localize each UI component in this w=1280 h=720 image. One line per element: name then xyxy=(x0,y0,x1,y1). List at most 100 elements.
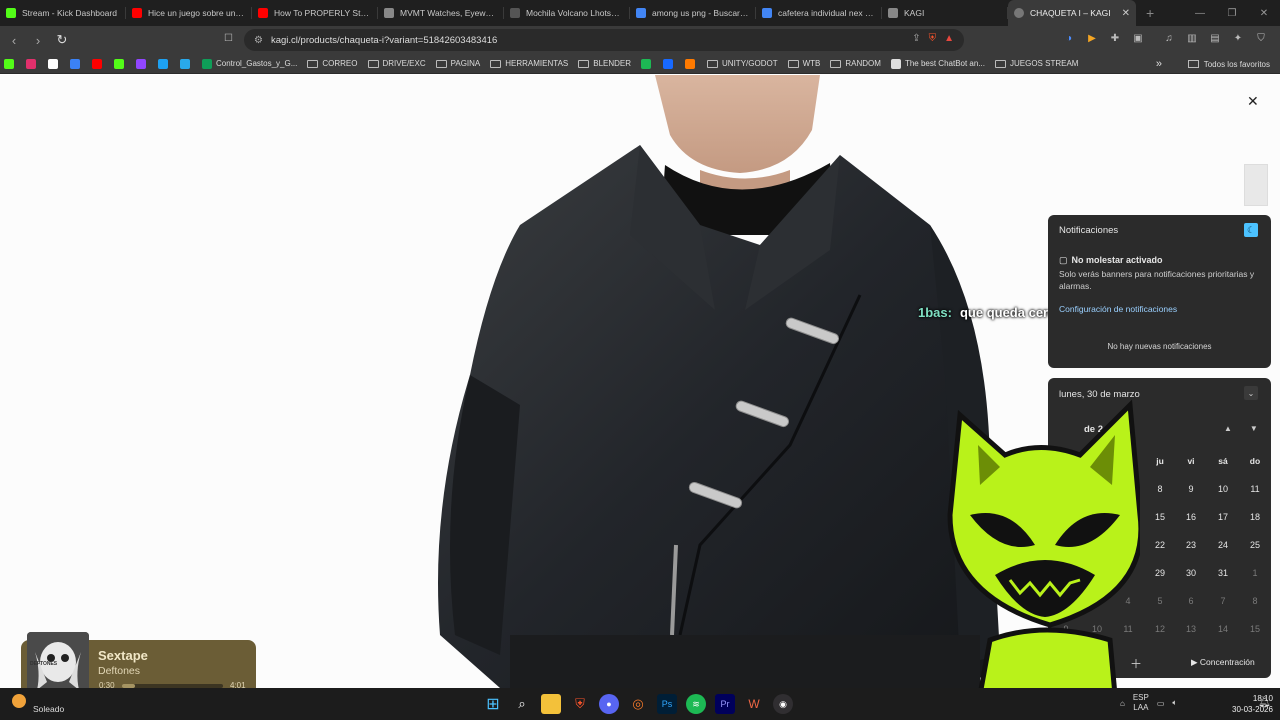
brave-icon[interactable]: ⛨ xyxy=(570,694,590,714)
bookmark-item[interactable] xyxy=(158,58,172,69)
bookmark-item[interactable] xyxy=(685,58,699,69)
bookmark-icon[interactable]: ☐ xyxy=(224,33,233,44)
discord-icon[interactable]: ● xyxy=(599,694,619,714)
wallet-icon[interactable]: ▤ xyxy=(1208,31,1222,45)
puzzle-icon[interactable]: ✚ xyxy=(1108,31,1122,45)
focus-button[interactable]: ▶ Concentración xyxy=(1191,657,1255,668)
calendar-day[interactable]: 9 xyxy=(1176,484,1206,494)
new-tab-icon[interactable]: + xyxy=(1146,5,1154,21)
file-explorer-icon[interactable] xyxy=(541,694,561,714)
brave-shield-icon[interactable]: ⛨ xyxy=(929,33,937,44)
tray-icon[interactable]: ⌂ xyxy=(1120,699,1125,708)
bookmark-item[interactable]: CORREO xyxy=(307,59,358,68)
calendar-day[interactable]: 16 xyxy=(1176,512,1206,522)
tab-7[interactable]: cafetera individual nex cfe xyxy=(756,0,882,26)
start-icon[interactable]: ⊞ xyxy=(483,694,503,714)
prev-month-icon[interactable]: ▲ xyxy=(1224,424,1232,433)
calendar-day[interactable]: 15 xyxy=(1145,512,1175,522)
search-icon[interactable]: ⌕ xyxy=(512,694,532,714)
close-icon[interactable]: ✕ xyxy=(1247,93,1259,110)
media-icon[interactable]: ♫ xyxy=(1162,31,1176,45)
app-icon[interactable]: W xyxy=(744,694,764,714)
calendar-day[interactable]: 1 xyxy=(1240,568,1270,578)
bookmark-item[interactable]: HERRAMIENTAS xyxy=(490,59,568,68)
premiere-icon[interactable]: Pr xyxy=(715,694,735,714)
calendar-day[interactable]: 14 xyxy=(1208,624,1238,634)
bookmark-item[interactable] xyxy=(180,58,194,69)
bookmark-item[interactable]: RANDOM xyxy=(830,59,881,68)
bookmark-item[interactable]: WTB xyxy=(787,59,820,68)
calendar-day[interactable]: 13 xyxy=(1176,624,1206,634)
calendar-day[interactable]: 7 xyxy=(1208,596,1238,606)
next-month-icon[interactable]: ▼ xyxy=(1250,424,1258,433)
calendar-day[interactable]: 24 xyxy=(1208,540,1238,550)
calendar-day[interactable]: 23 xyxy=(1176,540,1206,550)
bookmark-item[interactable] xyxy=(641,58,655,69)
bookmark-item[interactable] xyxy=(92,58,106,69)
bookmark-item[interactable] xyxy=(114,58,128,69)
screenshot-icon[interactable]: ▣ xyxy=(1131,31,1145,45)
all-bookmarks[interactable]: Todos los favoritos xyxy=(1204,60,1270,69)
calendar-day[interactable]: 11 xyxy=(1240,484,1270,494)
bookmark-item[interactable] xyxy=(663,58,677,69)
calendar-day[interactable]: 8 xyxy=(1145,484,1175,494)
sidebar-icon[interactable]: ▥ xyxy=(1185,31,1199,45)
calendar-day[interactable]: 17 xyxy=(1208,512,1238,522)
more-bookmarks-icon[interactable]: » xyxy=(1156,58,1162,70)
tab-2[interactable]: Hice un juego sobre un CEO xyxy=(126,0,252,26)
obs-icon[interactable]: ◉ xyxy=(773,694,793,714)
back-icon[interactable]: ‹ xyxy=(4,30,24,50)
tab-8[interactable]: KAGI xyxy=(882,0,1008,26)
share-icon[interactable]: ⇪ xyxy=(912,33,920,44)
bookmark-item[interactable]: Control_Gastos_y_G... xyxy=(202,58,297,69)
calendar-day[interactable]: 15 xyxy=(1240,624,1270,634)
thumbnail-image[interactable] xyxy=(1244,164,1268,206)
reload-icon[interactable]: ↻ xyxy=(52,30,72,50)
tab-close-icon[interactable]: ✕ xyxy=(1122,8,1130,19)
brave-rewards-icon[interactable]: ▲ xyxy=(944,33,954,44)
bookmark-item[interactable] xyxy=(26,58,40,69)
extension-2-icon[interactable]: ▶ xyxy=(1085,31,1099,45)
calendar-day[interactable]: 5 xyxy=(1145,596,1175,606)
calendar-day[interactable]: 25 xyxy=(1240,540,1270,550)
calendar-day[interactable]: 18 xyxy=(1240,512,1270,522)
bookmark-item[interactable] xyxy=(136,58,150,69)
bookmark-item[interactable]: The best ChatBot an... xyxy=(890,58,985,69)
close-window-icon[interactable]: ✕ xyxy=(1248,8,1280,19)
network-icon[interactable]: ▭ xyxy=(1157,699,1165,708)
collapse-chevron-icon[interactable]: ⌄ xyxy=(1244,386,1258,400)
maximize-icon[interactable]: ❐ xyxy=(1216,8,1248,19)
minimize-icon[interactable]: — xyxy=(1184,8,1216,19)
leo-icon[interactable]: ✦ xyxy=(1231,31,1245,45)
calendar-day[interactable]: 8 xyxy=(1240,596,1270,606)
calendar-day[interactable]: 29 xyxy=(1145,568,1175,578)
tab-5[interactable]: Mochila Volcano Lhotse 15 xyxy=(504,0,630,26)
tab-1[interactable]: Stream - Kick Dashboard xyxy=(0,0,126,26)
calendar-day[interactable]: 22 xyxy=(1145,540,1175,550)
bookmark-item[interactable] xyxy=(70,58,84,69)
language-indicator[interactable]: ESP LAA xyxy=(1133,693,1149,713)
calendar-day[interactable]: 31 xyxy=(1208,568,1238,578)
tab-4[interactable]: MVMT Watches, Eyewear & Accessories xyxy=(378,0,504,26)
dnd-toggle-icon[interactable]: ☾ xyxy=(1244,223,1258,237)
tab-6[interactable]: among us png - Buscar con Google xyxy=(630,0,756,26)
site-info-icon[interactable]: ⚙ xyxy=(254,35,263,46)
notification-settings-link[interactable]: Configuración de notificaciones xyxy=(1059,304,1177,314)
tab-3[interactable]: How To PROPERLY Start Modding xyxy=(252,0,378,26)
bookmark-item[interactable]: PAGINA xyxy=(435,59,480,68)
calendar-day[interactable]: 12 xyxy=(1145,624,1175,634)
bookmark-item[interactable] xyxy=(48,58,62,69)
notification-bell-icon[interactable]: 🔔︎ xyxy=(1258,697,1271,708)
calendar-day[interactable]: 6 xyxy=(1176,596,1206,606)
address-bar[interactable]: ⚙ kagi.cl/products/chaqueta-i?variant=51… xyxy=(244,29,964,51)
vpn-icon[interactable]: ⛉ xyxy=(1254,31,1268,45)
tab-active[interactable]: CHAQUETA I – KAGI ✕ xyxy=(1008,0,1136,26)
spotify-icon[interactable]: ≋ xyxy=(686,694,706,714)
weather-widget[interactable]: Soleado xyxy=(12,694,64,714)
calendar-day[interactable]: 30 xyxy=(1176,568,1206,578)
bookmark-item[interactable] xyxy=(4,58,18,69)
photoshop-icon[interactable]: Ps xyxy=(657,694,677,714)
blender-icon[interactable]: ◎ xyxy=(628,694,648,714)
bookmark-item[interactable]: JUEGOS STREAM xyxy=(994,59,1078,68)
bookmark-item[interactable]: DRIVE/EXC xyxy=(367,59,426,68)
